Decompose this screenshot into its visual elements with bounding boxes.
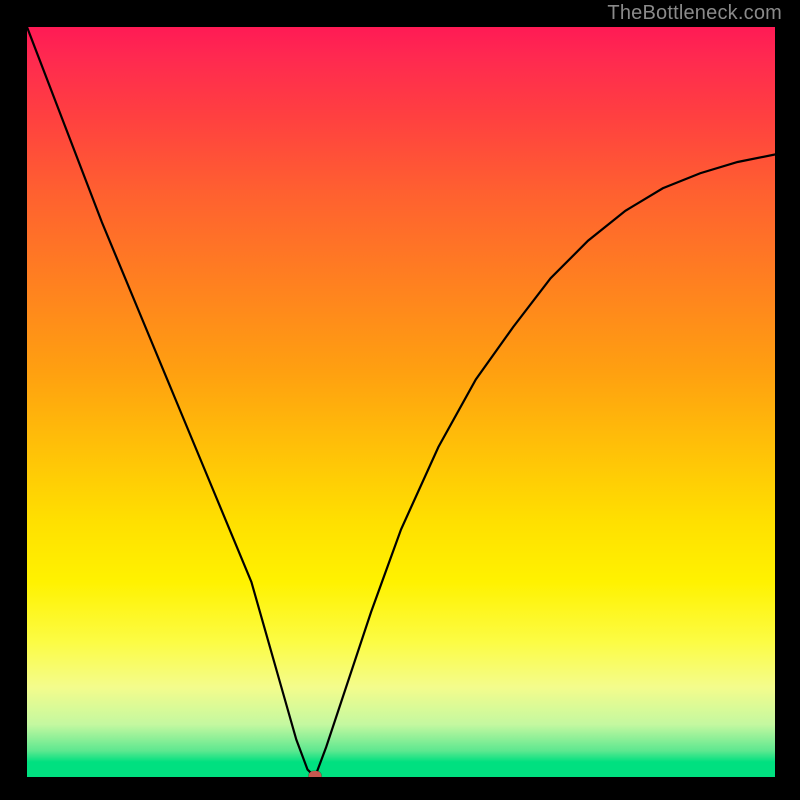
- watermark-text: TheBottleneck.com: [607, 2, 782, 25]
- chart-plot-area: [27, 27, 775, 777]
- minimum-marker-dot: [308, 771, 321, 777]
- bottleneck-curve: [27, 27, 775, 777]
